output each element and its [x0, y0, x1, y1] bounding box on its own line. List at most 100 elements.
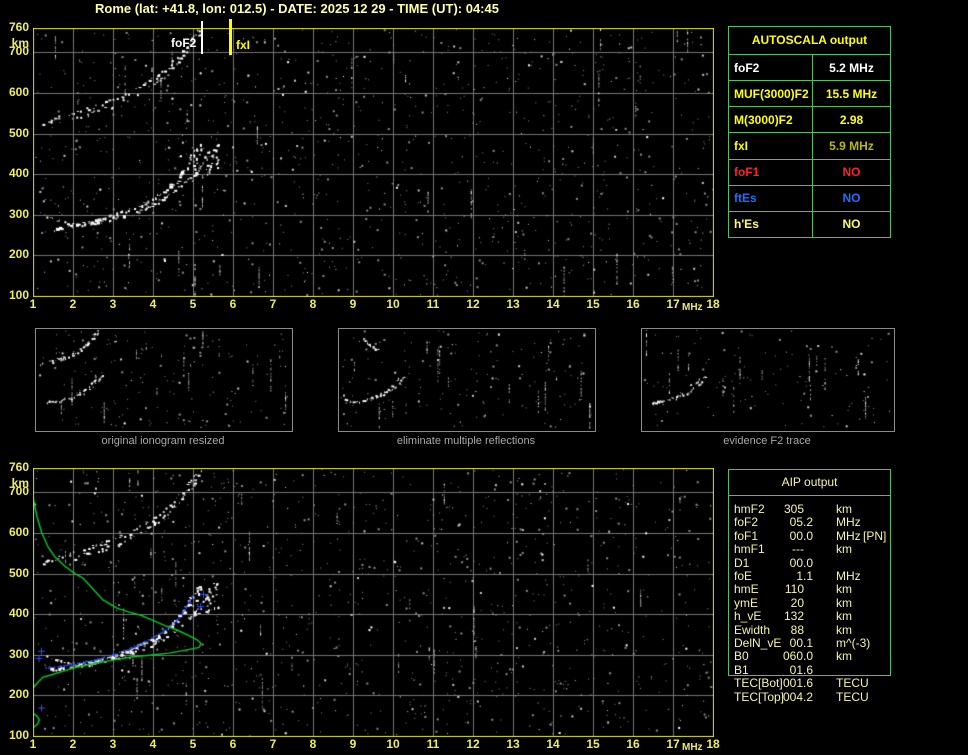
foF2-marker-label: foF2	[171, 36, 196, 50]
y-axis-tick-label: 300	[0, 648, 29, 661]
aip-param-value: 88	[734, 624, 804, 637]
y-axis-tick-label: 500	[0, 127, 29, 140]
aip-param-value: 004.2	[734, 691, 813, 704]
aip-row: TEC[Top]004.2TECU	[729, 691, 892, 704]
aip-row: B0060.0km	[729, 650, 892, 663]
autoscala-row: MUF(3000)F215.5 MHz	[729, 80, 890, 106]
autoscala-param-label: MUF(3000)F2	[729, 81, 813, 106]
aip-param-unit: TECU	[836, 677, 869, 690]
main-ionogram-canvas	[33, 28, 714, 297]
autoscala-output-table: AUTOSCALA output foF25.2 MHzMUF(3000)F21…	[728, 26, 891, 238]
x-axis-tick-label: 18	[701, 738, 725, 751]
x-axis-tick-label: 9	[341, 738, 365, 751]
y-axis-tick-label: 300	[0, 208, 29, 221]
autoscala-param-label: foF1	[729, 160, 813, 185]
panel-caption-eliminate: eliminate multiple reflections	[397, 435, 535, 447]
panel-caption-original: original ionogram resized	[102, 435, 225, 447]
y-axis-unit-label: km	[0, 37, 29, 50]
autoscala-param-label: M(3000)F2	[729, 107, 813, 132]
aip-row: D100.0	[729, 557, 892, 570]
y-axis-tick-label: 400	[0, 167, 29, 180]
autoscala-param-value: NO	[813, 212, 890, 237]
x-axis-tick-label: 2	[61, 298, 85, 311]
x-axis-tick-label: 7	[261, 738, 285, 751]
x-axis-tick-label: 11	[421, 298, 445, 311]
y-axis-tick-label: 200	[0, 248, 29, 261]
aip-param-unit: MHz	[836, 516, 861, 529]
autoscala-param-label: fxI	[729, 133, 813, 158]
autoscala-table-title: AUTOSCALA output	[729, 27, 890, 54]
y-axis-tick-label: 600	[0, 526, 29, 539]
aip-row: B101.6	[729, 664, 892, 677]
aip-param-value: 05.2	[734, 516, 813, 529]
panel-original-ionogram	[35, 328, 293, 432]
x-axis-tick-label: 12	[461, 738, 485, 751]
x-axis-tick-label: 18	[701, 298, 725, 311]
aip-param-unit: km	[836, 583, 852, 596]
x-axis-tick-label: 8	[301, 298, 325, 311]
x-axis-tick-label: 6	[221, 298, 245, 311]
x-axis-tick-label: 1	[21, 298, 45, 311]
aip-row: foE1.1MHz	[729, 570, 892, 583]
x-axis-tick-label: 7	[261, 298, 285, 311]
aip-row: hmE110km	[729, 583, 892, 596]
autoscala-row: fxI5.9 MHz	[729, 132, 890, 158]
x-axis-tick-label: 5	[181, 738, 205, 751]
y-axis-tick-label: 200	[0, 688, 29, 701]
autoscala-table-rows: foF25.2 MHzMUF(3000)F215.5 MHzM(3000)F22…	[729, 54, 890, 237]
x-axis-tick-label: 8	[301, 738, 325, 751]
aip-row: h_vE132km	[729, 610, 892, 623]
autoscala-param-label: foF2	[729, 55, 813, 80]
x-axis-tick-label: 15	[581, 298, 605, 311]
aip-param-unit: km	[836, 650, 852, 663]
aip-param-value: 01.6	[734, 664, 813, 677]
aip-param-unit: km	[836, 610, 852, 623]
x-axis-tick-label: 13	[501, 738, 525, 751]
x-axis-tick-label: 4	[141, 738, 165, 751]
autoscala-param-value: NO	[813, 186, 890, 211]
aip-param-unit: km	[836, 624, 852, 637]
x-axis-tick-label: 15	[581, 738, 605, 751]
aip-row: DelN_vE00.1m^(-3)	[729, 637, 892, 650]
autoscala-row: foF25.2 MHz	[729, 54, 890, 80]
autoscala-app-window: Rome (lat: +41.8, lon: 012.5) - DATE: 20…	[0, 0, 968, 755]
fxI-marker-line	[229, 19, 232, 55]
aip-param-value: 110	[734, 583, 804, 596]
aip-param-value: 1.1	[734, 570, 813, 583]
x-axis-tick-label: 13	[501, 298, 525, 311]
y-axis-tick-label: 400	[0, 607, 29, 620]
autoscala-param-value: 5.2 MHz	[813, 55, 890, 80]
x-axis-unit-label: MHz	[682, 742, 703, 753]
x-axis-tick-label: 2	[61, 738, 85, 751]
aip-row: Ewidth88km	[729, 624, 892, 637]
autoscala-row: ftEsNO	[729, 185, 890, 211]
autoscala-param-label: h'Es	[729, 212, 813, 237]
x-axis-tick-label: 4	[141, 298, 165, 311]
panel-evidence-f2-trace-canvas	[642, 329, 892, 429]
aip-param-value: 00.0	[734, 557, 813, 570]
aip-param-value: 001.6	[734, 677, 813, 690]
autoscala-param-value: NO	[813, 160, 890, 185]
aip-param-value: 00.1	[734, 637, 813, 650]
y-axis-tick-label: 760	[0, 461, 29, 474]
autoscala-row: foF1NO	[729, 159, 890, 185]
x-axis-tick-label: 11	[421, 738, 445, 751]
autoscala-param-value: 15.5 MHz	[813, 81, 890, 106]
aip-param-unit: km	[836, 503, 852, 516]
aip-param-note: [PN]	[863, 530, 886, 543]
aip-row: TEC[Bot]001.6TECU	[729, 677, 892, 690]
autoscala-row: h'EsNO	[729, 211, 890, 237]
x-axis-tick-label: 16	[621, 298, 645, 311]
y-axis-tick-label: 500	[0, 567, 29, 580]
x-axis-tick-label: 14	[541, 738, 565, 751]
aip-param-unit: MHz	[836, 530, 861, 543]
y-axis-tick-label: 600	[0, 86, 29, 99]
x-axis-tick-label: 5	[181, 298, 205, 311]
x-axis-tick-label: 16	[621, 738, 645, 751]
fxI-marker-label: fxI	[236, 38, 250, 52]
aip-param-unit: km	[836, 543, 852, 556]
x-axis-tick-label: 1	[21, 738, 45, 751]
x-axis-tick-label: 6	[221, 738, 245, 751]
aip-param-value: 060.0	[734, 650, 813, 663]
x-axis-tick-label: 3	[101, 298, 125, 311]
